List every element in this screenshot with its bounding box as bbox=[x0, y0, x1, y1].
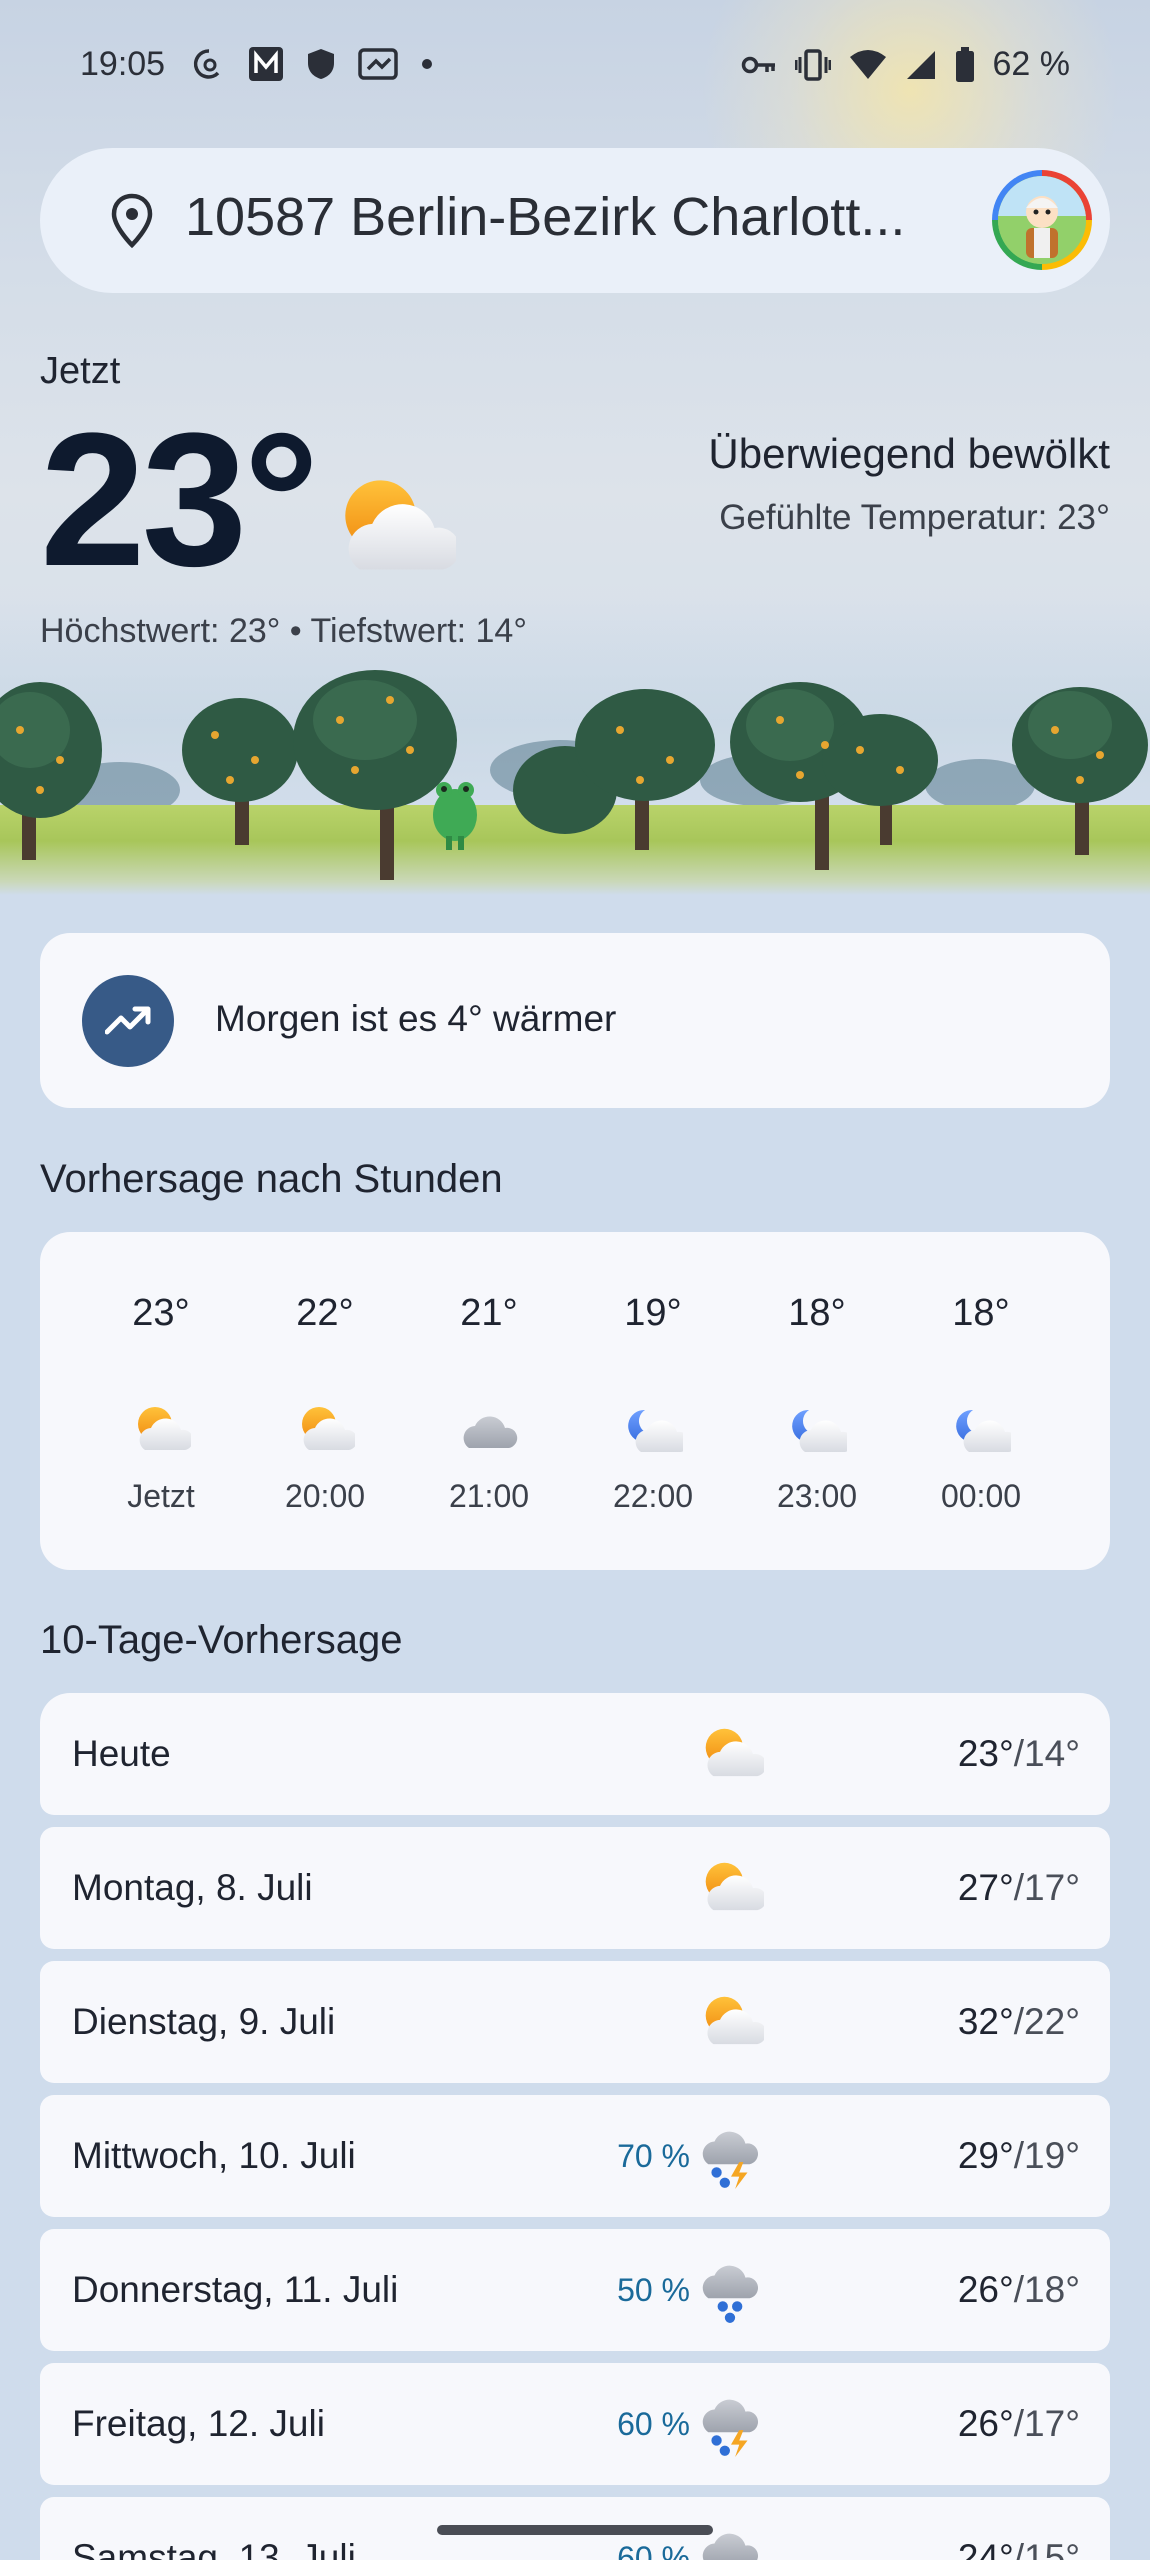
hourly-time: Jetzt bbox=[127, 1478, 195, 1514]
partly-cloudy-night-icon bbox=[951, 1402, 1018, 1461]
day-high: 26° bbox=[957, 2269, 1014, 2310]
daily-row[interactable]: Heute 23°/14° bbox=[40, 1693, 1110, 1815]
account-avatar[interactable] bbox=[992, 170, 1092, 270]
partly-cloudy-night-icon bbox=[623, 1402, 690, 1461]
gesture-nav-handle[interactable] bbox=[437, 2525, 713, 2535]
location-text: 10587 Berlin-Bezirk Charlott... bbox=[185, 187, 906, 247]
day-name: Freitag, 12. Juli bbox=[72, 2403, 325, 2444]
partly-cloudy-night-icon bbox=[787, 1402, 854, 1461]
day-low: /17° bbox=[1013, 1867, 1080, 1908]
trending-up-icon bbox=[82, 975, 174, 1067]
day-high: 23° bbox=[957, 1733, 1014, 1774]
daily-row[interactable]: Donnerstag, 11. Juli 50 % 26°/18° bbox=[40, 2229, 1110, 2351]
hourly-temp: 18° bbox=[952, 1292, 1010, 1334]
key-icon bbox=[741, 51, 777, 79]
day-name: Samstag, 13. Juli bbox=[72, 2537, 356, 2560]
partly-cloudy-day-icon bbox=[698, 1723, 767, 1788]
daily-section-title: 10-Tage-Vorhersage bbox=[40, 1618, 403, 1662]
daily-row[interactable]: Freitag, 12. Juli 60 % 26°/17° bbox=[40, 2363, 1110, 2485]
screen-icon bbox=[358, 47, 398, 81]
partly-cloudy-day-icon bbox=[131, 1402, 194, 1461]
hourly-temp: 18° bbox=[788, 1292, 846, 1334]
location-pin-icon bbox=[110, 193, 154, 254]
signal-icon bbox=[905, 49, 937, 81]
location-search-bar[interactable]: 10587 Berlin-Bezirk Charlott... bbox=[40, 148, 1110, 293]
day-low: /17° bbox=[1013, 2403, 1080, 2444]
wifi-icon bbox=[849, 49, 887, 81]
battery-icon bbox=[955, 46, 975, 83]
hourly-temp: 21° bbox=[460, 1292, 518, 1334]
frog-mascot bbox=[433, 782, 477, 850]
day-high: 32° bbox=[957, 2001, 1014, 2042]
day-low: /14° bbox=[1013, 1733, 1080, 1774]
precip-chance: 50 % bbox=[617, 2272, 690, 2308]
day-name: Mittwoch, 10. Juli bbox=[72, 2135, 356, 2176]
hourly-time: 00:00 bbox=[940, 1478, 1022, 1514]
partly-cloudy-day-icon bbox=[295, 1402, 358, 1461]
rain-icon bbox=[698, 2259, 764, 2330]
m-icon bbox=[248, 46, 284, 82]
day-low: /18° bbox=[1013, 2269, 1080, 2310]
hourly-time: 22:00 bbox=[612, 1478, 694, 1514]
day-low: /19° bbox=[1013, 2135, 1080, 2176]
day-name: Montag, 8. Juli bbox=[72, 1867, 313, 1908]
day-name: Donnerstag, 11. Juli bbox=[72, 2269, 399, 2310]
hourly-temp: 23° bbox=[132, 1292, 190, 1334]
status-time: 19:05 bbox=[80, 45, 166, 83]
current-label: Jetzt bbox=[40, 350, 121, 392]
condition-text: Überwiegend bewölkt bbox=[708, 430, 1110, 477]
day-name: Heute bbox=[72, 1733, 171, 1774]
temperature-trend-card[interactable]: Morgen ist es 4° wärmer bbox=[40, 933, 1110, 1108]
daily-row[interactable]: Montag, 8. Juli 27°/17° bbox=[40, 1827, 1110, 1949]
vibrate-icon bbox=[794, 48, 831, 82]
hourly-temp: 19° bbox=[624, 1292, 682, 1334]
day-name: Dienstag, 9. Juli bbox=[72, 2001, 336, 2042]
hourly-item[interactable]: 18° 23:00 bbox=[735, 1232, 899, 1570]
day-high: 26° bbox=[957, 2403, 1014, 2444]
battery-percent: 62 % bbox=[992, 45, 1071, 83]
partly-cloudy-day-icon bbox=[698, 1991, 767, 2056]
feels-like-text: Gefühlte Temperatur: 23° bbox=[719, 498, 1110, 537]
hourly-time: 21:00 bbox=[448, 1478, 530, 1514]
thunderstorm-icon bbox=[698, 2125, 764, 2196]
hourly-item[interactable]: 18° 00:00 bbox=[899, 1232, 1063, 1570]
partly-cloudy-icon bbox=[330, 470, 460, 587]
day-high: 27° bbox=[957, 1867, 1014, 1908]
day-low: /15° bbox=[1013, 2537, 1080, 2560]
hourly-item[interactable]: 22° 20:00 bbox=[243, 1232, 407, 1570]
hourly-section-title: Vorhersage nach Stunden bbox=[40, 1157, 503, 1201]
precip-chance: 70 % bbox=[617, 2138, 690, 2174]
daily-row[interactable]: Dienstag, 9. Juli 32°/22° bbox=[40, 1961, 1110, 2083]
precip-chance: 60 % bbox=[617, 2406, 690, 2442]
status-bar: 19:05 62 % bbox=[0, 40, 1150, 90]
cloud-icon bbox=[459, 1402, 519, 1461]
trend-text: Morgen ist es 4° wärmer bbox=[215, 998, 617, 1039]
hourly-forecast-card[interactable]: 23° Jetzt 22° 20:00 21° 21:00 19° 22:00 … bbox=[40, 1232, 1110, 1570]
thunderstorm-icon bbox=[698, 2393, 764, 2464]
day-low: /22° bbox=[1013, 2001, 1080, 2042]
precip-chance: 60 % bbox=[617, 2540, 690, 2560]
hourly-item[interactable]: 19° 22:00 bbox=[571, 1232, 735, 1570]
day-high: 29° bbox=[957, 2135, 1014, 2176]
hourly-time: 20:00 bbox=[284, 1478, 366, 1514]
hourly-item[interactable]: 21° 21:00 bbox=[407, 1232, 571, 1570]
hourly-item[interactable]: 23° Jetzt bbox=[79, 1232, 243, 1570]
partly-cloudy-day-icon bbox=[698, 1857, 767, 1922]
hourly-time: 23:00 bbox=[776, 1478, 858, 1514]
high-low-text: Höchstwert: 23° • Tiefstwert: 14° bbox=[40, 612, 527, 650]
shield-icon bbox=[306, 47, 336, 81]
current-temperature: 23° bbox=[40, 394, 319, 606]
day-high: 24° bbox=[957, 2537, 1014, 2560]
dot-icon bbox=[420, 57, 434, 71]
daily-row[interactable]: Mittwoch, 10. Juli 70 % 29°/19° bbox=[40, 2095, 1110, 2217]
hourly-temp: 22° bbox=[296, 1292, 354, 1334]
threads-icon bbox=[192, 47, 226, 81]
